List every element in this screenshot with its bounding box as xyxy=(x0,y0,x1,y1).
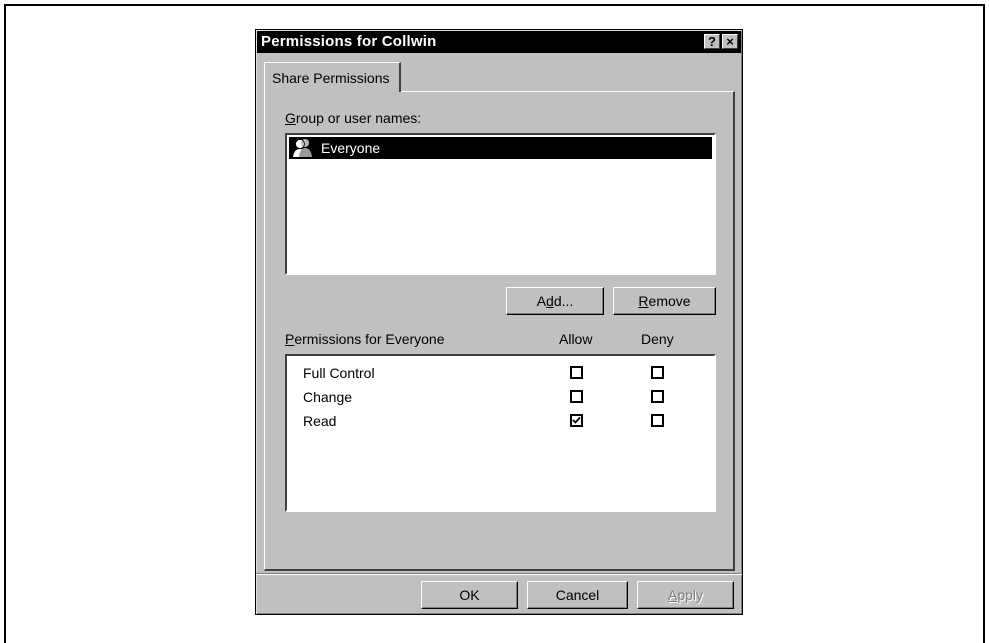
list-item-label: Everyone xyxy=(321,140,381,156)
remove-button[interactable]: Remove xyxy=(613,287,716,315)
list-item-everyone[interactable]: Everyone xyxy=(289,137,712,159)
group-or-user-list[interactable]: Everyone xyxy=(285,133,716,275)
deny-checkbox-full-control[interactable] xyxy=(651,366,664,379)
title-bar[interactable]: Permissions for Collwin ? × xyxy=(257,31,741,53)
permission-name: Full Control xyxy=(303,365,375,381)
group-or-user-names-label: Group or user names: xyxy=(285,110,422,126)
ok-button[interactable]: OK xyxy=(421,581,518,609)
group-icon xyxy=(291,138,319,158)
allow-checkbox-full-control[interactable] xyxy=(570,366,583,379)
allow-checkbox-change[interactable] xyxy=(570,390,583,403)
apply-button[interactable]: Apply xyxy=(637,581,734,609)
permissions-dialog: Permissions for Collwin ? × Share Permis… xyxy=(255,29,743,615)
allow-column-header: Allow xyxy=(559,331,593,347)
permission-name: Change xyxy=(303,389,353,405)
deny-checkbox-read[interactable] xyxy=(651,414,664,427)
permission-row-read: Read xyxy=(287,411,714,433)
permission-row-full-control: Full Control xyxy=(287,363,714,385)
tab-share-permissions[interactable]: Share Permissions xyxy=(264,62,401,92)
deny-column-header: Deny xyxy=(641,331,674,347)
help-button[interactable]: ? xyxy=(704,34,720,49)
button-separator xyxy=(256,573,742,575)
deny-checkbox-change[interactable] xyxy=(651,390,664,403)
permissions-for-everyone-label: Permissions for Everyone xyxy=(285,331,445,347)
dialog-title: Permissions for Collwin xyxy=(261,33,437,50)
checkmark-icon xyxy=(572,416,581,424)
permission-row-change: Change xyxy=(287,387,714,409)
permissions-list: Full Control Change Read xyxy=(285,354,716,512)
permission-name: Read xyxy=(303,413,337,429)
close-button[interactable]: × xyxy=(722,34,738,49)
tab-label: Share Permissions xyxy=(272,70,390,86)
allow-checkbox-read[interactable] xyxy=(570,414,583,427)
cancel-button[interactable]: Cancel xyxy=(527,581,628,609)
add-button[interactable]: Add... xyxy=(506,287,604,315)
